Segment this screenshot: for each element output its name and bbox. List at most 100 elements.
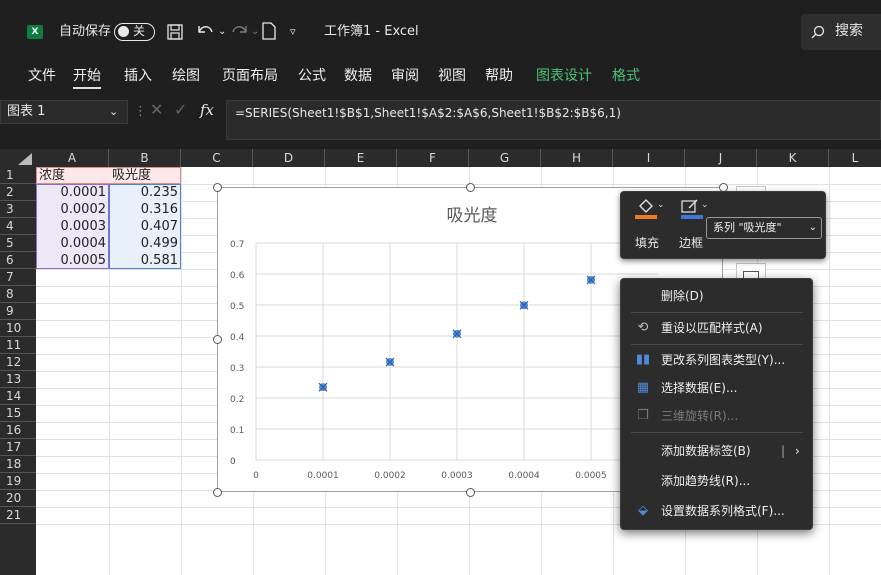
save-icon[interactable] <box>167 24 183 40</box>
tab-data[interactable]: 数据 <box>344 65 372 85</box>
col-header-b[interactable]: B <box>109 149 181 167</box>
context-menu: 删除(D) ⟲ 重设以匹配样式(A) ▮▮ 更改系列图表类型(Y)... ▦ 选… <box>620 278 813 530</box>
tab-help[interactable]: 帮助 <box>485 65 513 85</box>
cell-b5[interactable]: 0.499 <box>109 235 181 252</box>
search-box[interactable]: 搜索 <box>801 14 881 50</box>
undo-icon[interactable] <box>195 22 217 40</box>
resize-handle-top-left[interactable] <box>213 183 222 192</box>
tab-home[interactable]: 开始 <box>73 65 101 89</box>
cell-a2[interactable]: 0.0001 <box>36 184 109 201</box>
row-header-12[interactable]: 12 <box>0 354 36 371</box>
undo-dropdown-icon[interactable]: ⌄ <box>218 24 226 40</box>
tab-format[interactable]: 格式 <box>612 65 640 85</box>
cell-a5[interactable]: 0.0004 <box>36 235 109 252</box>
col-header-g[interactable]: G <box>469 149 541 167</box>
name-box[interactable]: 图表 1 ⌄ <box>0 100 128 124</box>
redo-dropdown-icon[interactable]: ⌄ <box>251 24 259 40</box>
col-header-a[interactable]: A <box>36 149 109 167</box>
menu-item-change-chart-type[interactable]: ▮▮ 更改系列图表类型(Y)... <box>621 346 812 374</box>
menu-item-add-data-labels[interactable]: 添加数据标签(B) | › <box>621 437 812 465</box>
menu-item-format-series[interactable]: ⬙ 设置数据系列格式(F)... <box>621 497 812 525</box>
row-header-3[interactable]: 3 <box>0 201 36 218</box>
row-header-11[interactable]: 11 <box>0 337 36 354</box>
row-header-5[interactable]: 5 <box>0 235 36 252</box>
tab-chart-design[interactable]: 图表设计 <box>536 65 592 85</box>
row-header-7[interactable]: 7 <box>0 269 36 286</box>
col-header-e[interactable]: E <box>325 149 397 167</box>
resize-handle-bottom-left[interactable] <box>213 488 222 497</box>
col-header-i[interactable]: I <box>613 149 685 167</box>
resize-handle-bottom[interactable] <box>466 488 475 497</box>
cell-b4[interactable]: 0.407 <box>109 218 181 235</box>
row-header-13[interactable]: 13 <box>0 371 36 388</box>
resize-handle-left[interactable] <box>213 335 222 344</box>
autosave-toggle[interactable]: 关 <box>114 23 155 41</box>
col-header-h[interactable]: H <box>541 149 613 167</box>
cell-a4[interactable]: 0.0003 <box>36 218 109 235</box>
outline-dropdown-icon[interactable]: ⌄ <box>701 200 709 210</box>
cell-b1[interactable]: 吸光度 <box>109 167 181 184</box>
insert-function-icon[interactable]: fx <box>200 102 214 118</box>
row-header-21[interactable]: 21 <box>0 507 36 524</box>
col-header-l[interactable]: L <box>829 149 881 167</box>
cell-b6[interactable]: 0.581 <box>109 252 181 269</box>
row-header-15[interactable]: 15 <box>0 405 36 422</box>
chevron-right-icon[interactable]: › <box>795 437 800 465</box>
tab-page-layout[interactable]: 页面布局 <box>222 65 278 85</box>
row-header-16[interactable]: 16 <box>0 422 36 439</box>
row-header-10[interactable]: 10 <box>0 320 36 337</box>
select-data-icon: ▦ <box>636 380 650 395</box>
menu-item-select-data[interactable]: ▦ 选择数据(E)... <box>621 374 812 402</box>
menu-separator <box>631 344 803 345</box>
tab-draw[interactable]: 绘图 <box>172 65 200 85</box>
menu-item-add-trendline[interactable]: 添加趋势线(R)... <box>621 467 812 495</box>
redo-icon[interactable] <box>230 22 250 40</box>
fill-button[interactable]: ⌄ <box>635 198 665 220</box>
row-header-8[interactable]: 8 <box>0 286 36 303</box>
cancel-icon[interactable]: ✕ <box>150 102 163 118</box>
outline-color-swatch <box>681 215 703 219</box>
resize-handle-top[interactable] <box>466 183 475 192</box>
tab-review[interactable]: 审阅 <box>391 65 419 85</box>
menu-item-delete[interactable]: 删除(D) <box>621 282 812 310</box>
chart-title: 吸光度 <box>447 206 498 226</box>
select-all-icon[interactable] <box>18 153 32 165</box>
row-header-1[interactable]: 1 <box>0 167 36 184</box>
tab-view[interactable]: 视图 <box>438 65 466 85</box>
row-header-6[interactable]: 6 <box>0 252 36 269</box>
tab-insert[interactable]: 插入 <box>124 65 152 85</box>
col-header-j[interactable]: J <box>685 149 757 167</box>
menu-item-reset-style[interactable]: ⟲ 重设以匹配样式(A) <box>621 314 812 342</box>
col-header-f[interactable]: F <box>397 149 469 167</box>
name-box-dropdown-icon[interactable]: ⌄ <box>109 104 118 120</box>
ribbon-tabs: 文件 开始 插入 绘图 页面布局 公式 数据 审阅 视图 帮助 图表设计 格式 <box>0 56 881 96</box>
customize-icon[interactable]: ▿ <box>290 24 296 40</box>
toggle-knob <box>118 26 129 37</box>
fill-dropdown-icon[interactable]: ⌄ <box>657 200 665 210</box>
row-header-20[interactable]: 20 <box>0 490 36 507</box>
formula-input[interactable]: =SERIES(Sheet1!$B$1,Sheet1!$A$2:$A$6,She… <box>226 100 881 140</box>
col-header-k[interactable]: K <box>757 149 829 167</box>
row-header-2[interactable]: 2 <box>0 184 36 201</box>
row-header-17[interactable]: 17 <box>0 439 36 456</box>
row-header-18[interactable]: 18 <box>0 456 36 473</box>
tab-file[interactable]: 文件 <box>28 65 56 85</box>
cell-b3[interactable]: 0.316 <box>109 201 181 218</box>
excel-logo-icon: X <box>27 25 43 39</box>
tab-formulas[interactable]: 公式 <box>298 65 326 85</box>
new-file-icon[interactable] <box>262 22 276 40</box>
row-header-19[interactable]: 19 <box>0 473 36 490</box>
formula-text: =SERIES(Sheet1!$B$1,Sheet1!$A$2:$A$6,She… <box>235 106 621 120</box>
row-header-9[interactable]: 9 <box>0 303 36 320</box>
enter-icon[interactable]: ✓ <box>174 102 187 118</box>
cell-a1[interactable]: 浓度 <box>36 167 109 184</box>
row-header-4[interactable]: 4 <box>0 218 36 235</box>
cell-a6[interactable]: 0.0005 <box>36 252 109 269</box>
row-header-14[interactable]: 14 <box>0 388 36 405</box>
col-header-d[interactable]: D <box>253 149 325 167</box>
cell-a3[interactable]: 0.0002 <box>36 201 109 218</box>
col-header-c[interactable]: C <box>181 149 253 167</box>
cell-b2[interactable]: 0.235 <box>109 184 181 201</box>
menu-item-label: 添加趋势线(R)... <box>661 474 751 488</box>
series-selector[interactable]: 系列 "吸光度" ⌄ <box>706 217 822 239</box>
